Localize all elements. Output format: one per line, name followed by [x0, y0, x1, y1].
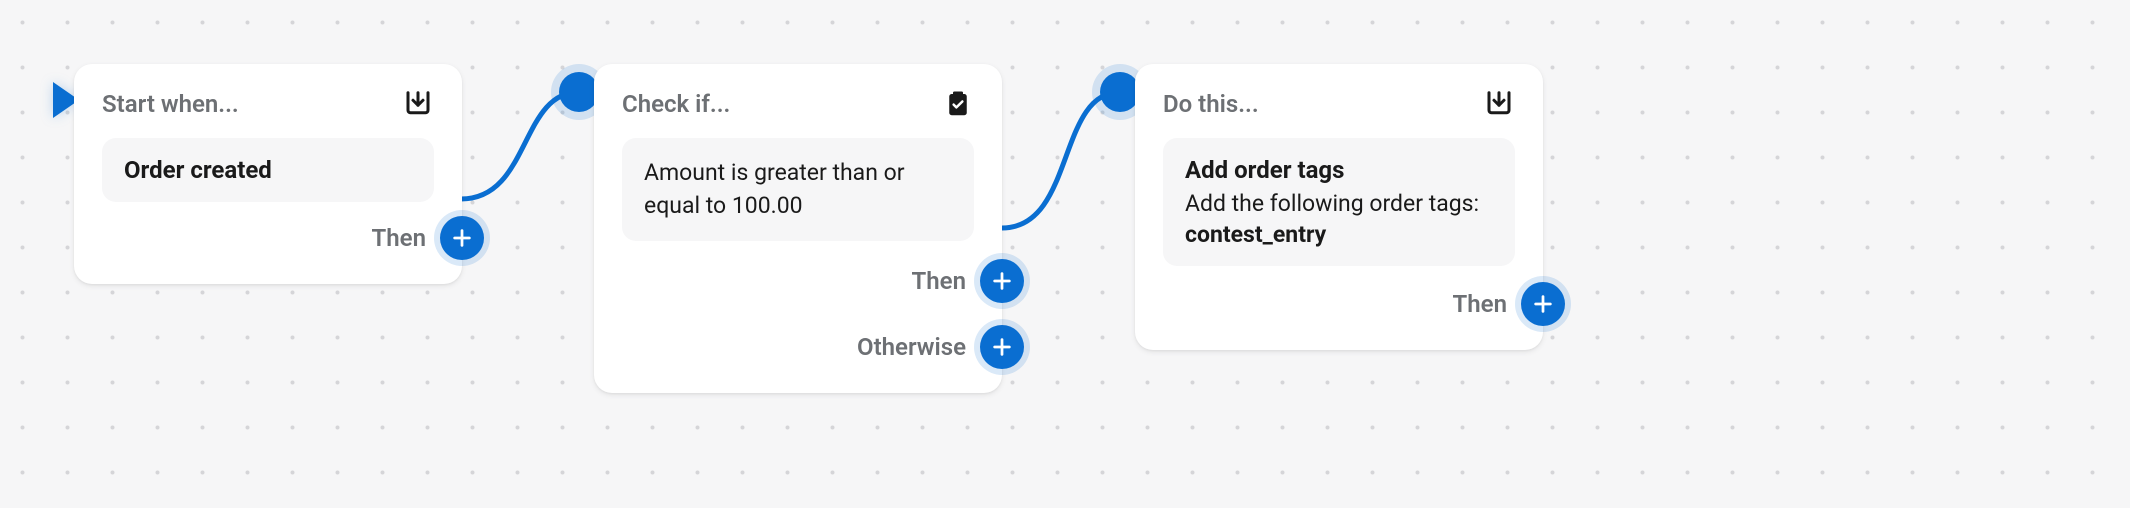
trigger-card[interactable]: Start when... Order created Then	[74, 64, 462, 284]
action-card[interactable]: Do this... Add order tags Add the follow…	[1135, 64, 1543, 350]
condition-content: Amount is greater than or equal to 100.0…	[622, 138, 974, 241]
trigger-header: Start when...	[102, 90, 239, 118]
action-content-sub: Add the following order tags:	[1185, 190, 1493, 217]
condition-then-label: Then	[912, 267, 966, 295]
condition-otherwise-add-button[interactable]	[980, 325, 1024, 369]
action-then-add-button[interactable]	[1521, 282, 1565, 326]
trigger-then-add-button[interactable]	[440, 216, 484, 260]
condition-input-port[interactable]	[559, 72, 599, 112]
action-then-label: Then	[1453, 290, 1507, 318]
clipboard-check-icon	[942, 88, 974, 120]
download-icon	[1483, 88, 1515, 120]
action-header: Do this...	[1163, 90, 1259, 118]
condition-then-add-button[interactable]	[980, 259, 1024, 303]
trigger-then-label: Then	[372, 224, 426, 252]
condition-content-body: Amount is greater than or equal to 100.0…	[644, 156, 952, 223]
download-icon	[402, 88, 434, 120]
action-content-tag: contest_entry	[1185, 221, 1493, 248]
action-content: Add order tags Add the following order t…	[1163, 138, 1515, 266]
action-input-port[interactable]	[1100, 72, 1140, 112]
condition-card[interactable]: Check if... Amount is greater than or eq…	[594, 64, 1002, 393]
condition-otherwise-label: Otherwise	[857, 333, 966, 361]
action-content-title: Add order tags	[1185, 156, 1493, 184]
trigger-content-title: Order created	[124, 156, 412, 184]
trigger-content: Order created	[102, 138, 434, 202]
condition-header: Check if...	[622, 90, 730, 118]
